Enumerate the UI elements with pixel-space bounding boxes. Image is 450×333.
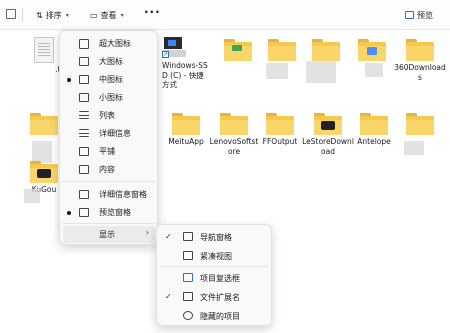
view-button[interactable]: ▭ 查看 ▾ (90, 8, 124, 22)
folder-icon (406, 113, 434, 135)
file-label: LeStoreDownload (302, 137, 354, 156)
content-icon (79, 165, 89, 174)
submenu-item-navigation-pane[interactable]: ✓ 导航窗格 (160, 228, 268, 246)
file-label: 360Downloads (394, 63, 446, 82)
chevron-down-icon: ▾ (120, 11, 124, 19)
extra-large-icons-icon (79, 39, 89, 49)
menu-item-details[interactable]: 详细信息 (63, 125, 155, 142)
sort-button[interactable]: ⇅ 排序 ▾ (36, 8, 69, 22)
redacted-thumbnail (32, 141, 52, 163)
folder-item[interactable] (394, 113, 446, 135)
submenu-item-file-extensions[interactable]: ✓ 文件扩展名 (160, 288, 268, 306)
folder-item[interactable] (346, 39, 398, 61)
menu-item-content[interactable]: 内容 (63, 161, 155, 178)
menu-item-extra-large-icons[interactable]: 超大图标 (63, 35, 155, 52)
menu-divider (63, 181, 155, 182)
redacted-thumbnail (24, 189, 40, 203)
folder-icon (172, 113, 200, 135)
folder-icon (30, 161, 58, 183)
details-pane-icon (79, 190, 89, 199)
more-options-button[interactable]: ··· (144, 5, 161, 19)
folder-icon (30, 113, 58, 135)
folder-item-meituapp[interactable]: MeituApp (160, 113, 212, 147)
preview-label: 预览 (417, 10, 433, 20)
compact-view-icon (183, 251, 193, 260)
menu-item-large-icons[interactable]: 大图标 (63, 53, 155, 70)
menu-divider (63, 223, 155, 224)
sort-label: 排序 (45, 10, 62, 20)
menu-item-show[interactable]: 显示 › (63, 226, 155, 243)
eye-icon (183, 311, 193, 320)
menu-item-medium-icons[interactable]: 中图标 (63, 71, 155, 88)
menu-item-preview-pane[interactable]: 预览窗格 (63, 204, 155, 221)
file-label: FFOutput (262, 137, 298, 146)
command-bar: ⇅ 排序 ▾ ▭ 查看 ▾ ··· 预览 (0, 0, 450, 30)
check-icon: ✓ (165, 232, 172, 241)
submenu-item-hidden-items[interactable]: 隐藏的项目 (160, 307, 268, 325)
folder-icon (314, 113, 342, 135)
file-label: MeituApp (168, 137, 204, 146)
large-icons-icon (79, 57, 89, 66)
file-item-windows-ssd[interactable]: ↗ Windows-SSD (C) - 快捷方式 (162, 37, 210, 90)
file-label: LenovoSoftstore (209, 137, 259, 156)
submenu-item-item-checkboxes[interactable]: 项目复选框 (160, 269, 268, 287)
small-icons-icon (79, 93, 89, 102)
folder-item-antelope[interactable]: Antelope (348, 113, 400, 147)
redacted-thumbnail (266, 63, 288, 79)
menu-item-small-icons[interactable]: 小图标 (63, 89, 155, 106)
details-icon (79, 129, 89, 137)
folder-item-lestoredownload[interactable]: LeStoreDownload (302, 113, 354, 156)
file-label: Antelope (357, 137, 391, 146)
folder-item-ffoutput[interactable]: FFOutput (254, 113, 306, 147)
selected-bullet-icon (67, 211, 71, 215)
chevron-right-icon: › (145, 228, 149, 237)
folder-icon (224, 39, 252, 61)
folder-item-lenovosoftstore[interactable]: LenovoSoftstore (208, 113, 260, 156)
menu-item-details-pane[interactable]: 详细信息窗格 (63, 186, 155, 203)
folder-icon (360, 113, 388, 135)
toolbar-divider (22, 8, 23, 22)
folder-icon (406, 39, 434, 61)
preview-pane-button[interactable]: 预览 (405, 8, 433, 22)
folder-item-360downloads[interactable]: 360Downloads (394, 39, 446, 82)
folder-icon (220, 113, 248, 135)
folder-item[interactable] (300, 39, 352, 61)
menu-item-tiles[interactable]: 平铺 (63, 143, 155, 160)
view-label: 查看 (100, 10, 117, 20)
view-icon: ▭ (90, 10, 98, 20)
view-dropdown-menu: 超大图标 大图标 中图标 小图标 列表 详细信息 平铺 内容 详细信息窗格 预览… (59, 30, 158, 245)
file-extensions-icon (183, 292, 193, 301)
menu-item-list[interactable]: 列表 (63, 107, 155, 124)
folder-icon (312, 39, 340, 61)
folder-icon (358, 39, 386, 61)
preview-pane-icon (79, 208, 89, 217)
check-icon: ✓ (165, 292, 172, 301)
folder-icon (268, 39, 296, 61)
tiles-icon (79, 147, 89, 156)
redacted-thumbnail (306, 61, 336, 83)
text-file-icon (34, 37, 54, 63)
file-label: Windows-SSD (C) - 快捷方式 (162, 61, 208, 89)
navigation-pane-icon (183, 232, 193, 241)
sort-icon: ⇅ (36, 10, 43, 20)
drive-shortcut-icon: ↗ (162, 37, 188, 59)
chevron-down-icon: ▾ (65, 11, 69, 19)
new-item-icon[interactable] (6, 9, 16, 19)
submenu-item-compact-view[interactable]: 紧凑视图 (160, 247, 268, 265)
selected-bullet-icon (67, 78, 71, 82)
item-checkboxes-icon (183, 273, 193, 282)
folder-icon (266, 113, 294, 135)
list-icon (79, 111, 89, 119)
medium-icons-icon (79, 75, 89, 84)
show-submenu: ✓ 导航窗格 紧凑视图 项目复选框 ✓ 文件扩展名 隐藏的项目 (156, 224, 272, 326)
redacted-thumbnail (404, 141, 424, 155)
redacted-thumbnail (365, 63, 383, 77)
preview-pane-icon (405, 11, 414, 19)
menu-divider (160, 266, 268, 267)
